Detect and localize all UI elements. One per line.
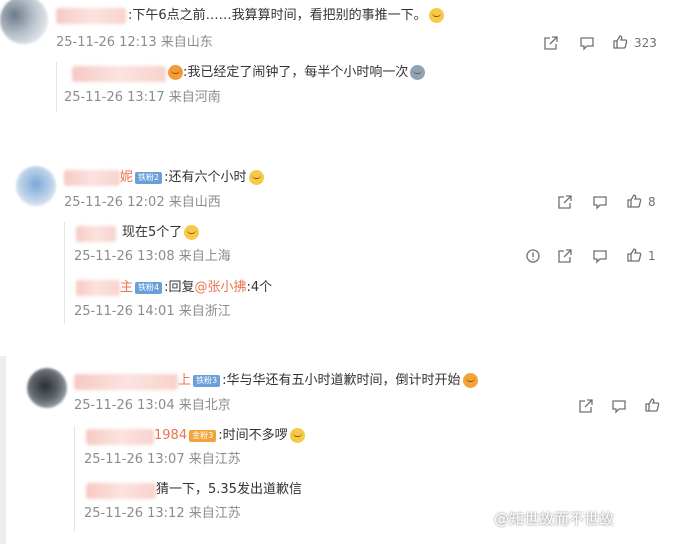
- share-icon[interactable]: [557, 194, 573, 210]
- reply-body: :时间不多啰: [218, 428, 288, 443]
- avatar[interactable]: [0, 0, 48, 44]
- timestamp: 25-11-26 13:04: [74, 398, 175, 413]
- username[interactable]: [64, 170, 120, 186]
- username-suffix[interactable]: 主: [120, 280, 133, 295]
- share-icon[interactable]: [543, 35, 559, 51]
- reply-thread-line: [64, 222, 65, 324]
- reply-text: 现在5个了: [122, 224, 200, 242]
- reply-text: :我已经定了闹钟了，每半个小时响一次: [166, 64, 426, 82]
- avatar[interactable]: [16, 166, 56, 206]
- username-suffix[interactable]: 妮: [120, 170, 133, 185]
- reply-body: :4个: [246, 280, 273, 295]
- emoji-icon: [168, 65, 183, 80]
- reply-prefix: :回复: [164, 280, 195, 295]
- username[interactable]: [76, 226, 116, 242]
- reply-text: 1984 金粉3:时间不多啰: [154, 427, 305, 445]
- fan-badge: 铁粉3: [193, 374, 221, 387]
- comment-body: :下午6点之前……我算算时间，看把别的事推一下。: [128, 8, 427, 23]
- fan-badge: 铁粉4: [135, 281, 163, 294]
- location: 来自山西: [168, 195, 221, 210]
- like-count: 1: [648, 249, 656, 263]
- reply-body: 现在5个了: [122, 225, 183, 240]
- fan-badge: 铁粉2: [135, 171, 163, 184]
- comment-meta: 25-11-26 12:02 来自山西: [64, 194, 221, 212]
- report-icon[interactable]: [525, 248, 541, 264]
- comment-text: 上铁粉3:华与华还有五小时道歉时间，倒计时开始: [178, 372, 478, 390]
- comment-text: :下午6点之前……我算算时间，看把别的事推一下。: [128, 7, 444, 25]
- comment-body: :还有六个小时: [164, 170, 247, 185]
- avatar[interactable]: [27, 368, 67, 408]
- timestamp: 25-11-26 13:12: [84, 506, 185, 521]
- comment-text: 妮铁粉2:还有六个小时: [120, 169, 264, 187]
- comment-icon[interactable]: [592, 248, 608, 264]
- share-icon[interactable]: [578, 398, 594, 414]
- timestamp: 25-11-26 12:13: [56, 35, 157, 50]
- username[interactable]: [76, 280, 120, 296]
- reply-text: 猜一下，5.35发出道歉信: [156, 482, 302, 497]
- like-icon[interactable]: [626, 193, 642, 209]
- emoji-icon: [462, 373, 478, 388]
- comment-meta: 25-11-26 13:04 来自北京: [74, 397, 231, 415]
- like-icon[interactable]: [612, 34, 628, 50]
- timestamp: 25-11-26 12:02: [64, 195, 165, 210]
- like-icon[interactable]: [644, 397, 660, 413]
- reply-meta: 25-11-26 13:17 来自河南: [64, 89, 221, 107]
- location: 来自山东: [160, 35, 213, 50]
- username-suffix[interactable]: 1984: [154, 428, 187, 443]
- timestamp: 25-11-26 13:17: [64, 90, 165, 105]
- reply-meta: 25-11-26 13:07 来自江苏: [84, 451, 241, 469]
- comment-icon[interactable]: [592, 194, 608, 210]
- comment-meta: 25-11-26 12:13 来自山东: [56, 34, 213, 52]
- fan-badge: 金粉3: [189, 429, 217, 442]
- mention-link[interactable]: @张小拂: [195, 280, 247, 295]
- timestamp: 25-11-26 14:01: [74, 304, 175, 319]
- username[interactable]: [56, 8, 126, 24]
- emoji-icon: [184, 225, 200, 240]
- timestamp: 25-11-26 13:08: [74, 249, 175, 264]
- reply-meta: 25-11-26 14:01 来自浙江: [74, 303, 231, 321]
- location: 来自北京: [178, 398, 231, 413]
- comment-icon[interactable]: [579, 35, 595, 51]
- reply-thread-line: [56, 62, 57, 112]
- section-divider: [0, 356, 6, 544]
- emoji-icon: [410, 65, 426, 80]
- reply-text: 主铁粉4:回复@张小拂:4个: [120, 279, 272, 297]
- emoji-icon: [428, 8, 444, 23]
- username[interactable]: [86, 483, 156, 499]
- emoji-icon: [289, 428, 305, 443]
- location: 来自上海: [178, 249, 231, 264]
- location: 来自江苏: [188, 452, 241, 467]
- like-icon[interactable]: [626, 247, 642, 263]
- username[interactable]: [74, 374, 178, 390]
- location: 来自浙江: [178, 304, 231, 319]
- username[interactable]: [86, 429, 154, 445]
- share-icon[interactable]: [557, 248, 573, 264]
- reply-thread-line: [74, 426, 75, 532]
- username[interactable]: [72, 66, 166, 82]
- emoji-icon: [248, 170, 264, 185]
- like-count: 323: [634, 36, 657, 50]
- username-suffix[interactable]: 上: [178, 373, 191, 388]
- watermark: @知世故而不世故: [494, 510, 615, 528]
- reply-body: :我已经定了闹钟了，每半个小时响一次: [183, 65, 409, 80]
- comment-icon[interactable]: [611, 398, 627, 414]
- reply-meta: 25-11-26 13:08 来自上海: [74, 248, 231, 266]
- comment-body: :华与华还有五小时道歉时间，倒计时开始: [222, 373, 461, 388]
- like-count: 8: [648, 195, 656, 209]
- reply-meta: 25-11-26 13:12 来自江苏: [84, 505, 241, 523]
- location: 来自江苏: [188, 506, 241, 521]
- timestamp: 25-11-26 13:07: [84, 452, 185, 467]
- location: 来自河南: [168, 90, 221, 105]
